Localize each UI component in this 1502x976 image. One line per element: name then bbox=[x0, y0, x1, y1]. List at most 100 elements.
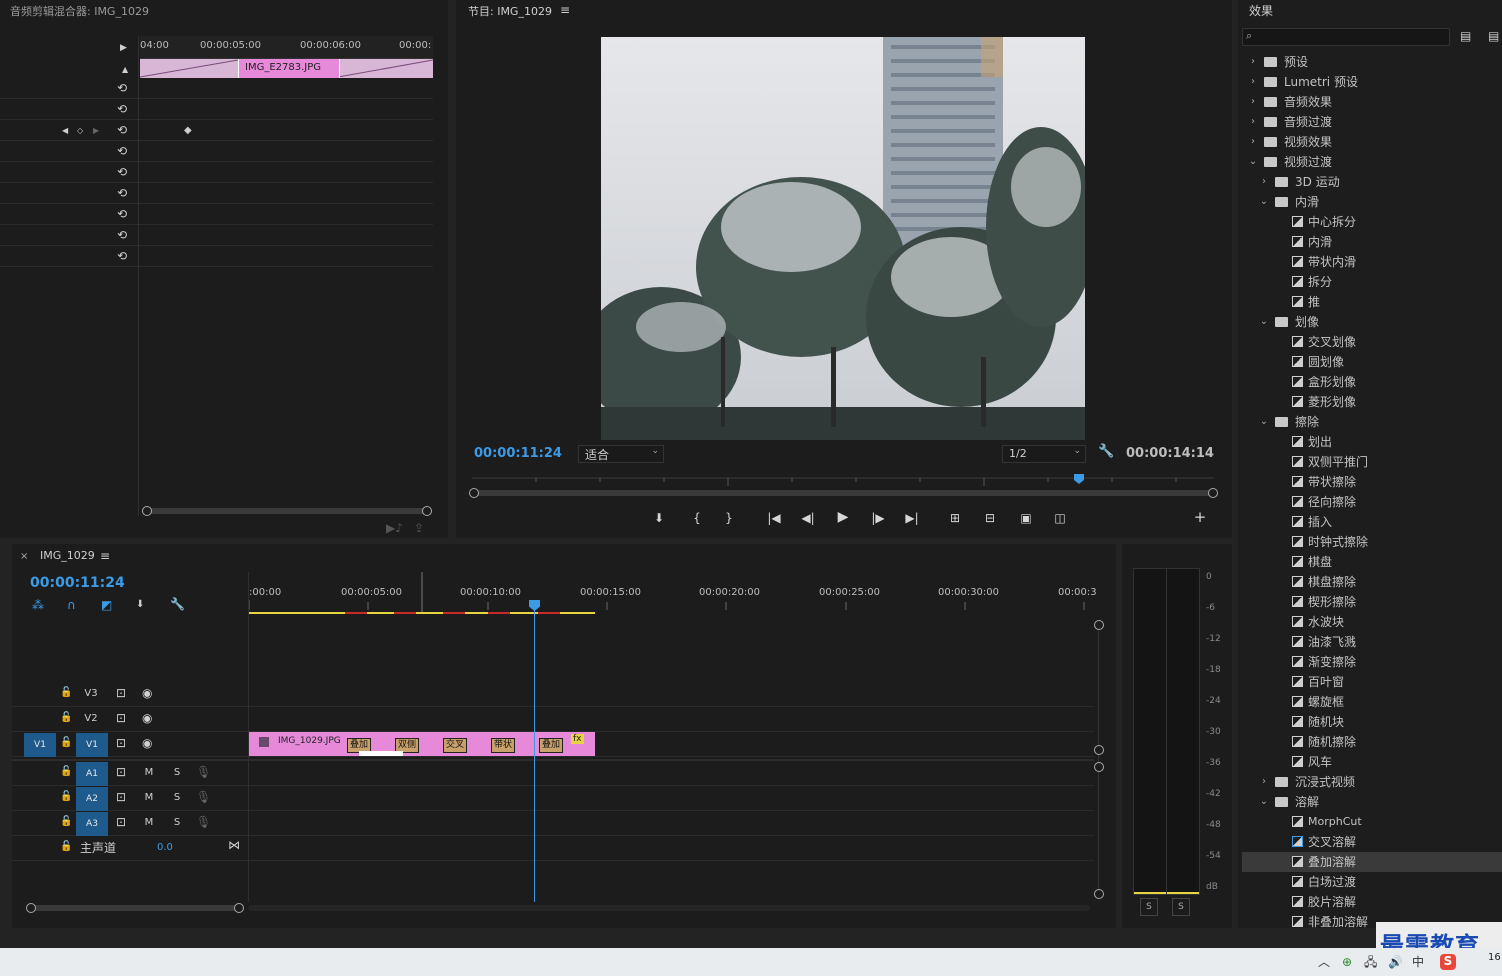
track-label-a1[interactable]: A1 bbox=[76, 762, 108, 786]
horizontal-scrollbar[interactable] bbox=[248, 905, 1090, 911]
mixer-zoom-scrollbar[interactable] bbox=[146, 508, 428, 514]
effect-item[interactable]: 带状内滑 bbox=[1242, 252, 1502, 272]
effect-item[interactable]: 中心拆分 bbox=[1242, 212, 1502, 232]
reset-icon[interactable]: ⟲ bbox=[117, 123, 127, 137]
sync-lock-icon[interactable]: ⊡ bbox=[116, 711, 126, 725]
keyframe-next-icon[interactable]: ▶ bbox=[93, 124, 99, 138]
comparison-view-icon[interactable]: ◫ bbox=[1050, 510, 1070, 526]
effect-item[interactable]: 盒形划像 bbox=[1242, 372, 1502, 392]
effect-item[interactable]: 径向擦除 bbox=[1242, 492, 1502, 512]
audio-mixer-ruler[interactable]: 04:00 00:00:05:00 00:00:06:00 00:00: bbox=[140, 36, 433, 59]
chevron-down-icon[interactable]: ⌄ bbox=[1248, 152, 1258, 172]
new-bin-icon[interactable]: ▤ bbox=[1460, 29, 1471, 43]
chevron-right-icon[interactable]: › bbox=[1248, 92, 1258, 112]
scroll-handle-left[interactable] bbox=[469, 488, 479, 498]
effect-folder[interactable]: › 视频效果 bbox=[1242, 132, 1502, 152]
timeline-tab-label[interactable]: IMG_1029 bbox=[40, 549, 95, 562]
taskbar-clock[interactable]: 16 bbox=[1488, 952, 1501, 963]
mixer-clip[interactable]: IMG_E2783.JPG bbox=[238, 59, 340, 78]
new-preset-icon[interactable]: ▤ bbox=[1488, 29, 1499, 43]
scroll-handle-right[interactable] bbox=[234, 903, 244, 913]
scroll-handle-left[interactable] bbox=[26, 903, 36, 913]
quality-dropdown[interactable]: 1/2 ⌄ bbox=[1002, 445, 1086, 463]
mute-button[interactable]: M bbox=[142, 765, 156, 781]
wrench-icon[interactable]: 🔧 bbox=[1098, 445, 1114, 459]
audio-output-icon[interactable]: ▶♪ bbox=[386, 521, 403, 535]
lock-icon[interactable]: 🔓 bbox=[60, 765, 72, 779]
transition-4[interactable]: 带状 bbox=[491, 738, 515, 753]
export-icon[interactable]: ⇪ bbox=[414, 521, 424, 535]
reset-icon[interactable]: ⟲ bbox=[117, 81, 127, 95]
sync-lock-icon[interactable]: ⊡ bbox=[116, 686, 126, 700]
effects-search-input[interactable]: ⌕ bbox=[1242, 28, 1450, 46]
reset-icon[interactable]: ⟲ bbox=[117, 207, 127, 221]
effect-item[interactable]: 圆划像 bbox=[1242, 352, 1502, 372]
chevron-right-icon[interactable]: › bbox=[1259, 172, 1269, 192]
ime-indicator[interactable]: 中 bbox=[1412, 955, 1424, 969]
scroll-handle-right[interactable] bbox=[1208, 488, 1218, 498]
scroll-handle-left[interactable] bbox=[142, 506, 152, 516]
add-marker-icon[interactable]: ⬇ bbox=[136, 598, 144, 612]
microphone-icon[interactable]: 🎙 bbox=[196, 815, 211, 829]
solo-button[interactable]: S bbox=[170, 790, 184, 806]
keyframe-marker-icon[interactable]: ◆ bbox=[184, 124, 192, 138]
effect-folder[interactable]: › 音频过渡 bbox=[1242, 112, 1502, 132]
lift-icon[interactable]: ⊞ bbox=[945, 510, 965, 526]
collapse-up-icon[interactable]: ▲ bbox=[122, 63, 128, 77]
program-video-frame[interactable] bbox=[601, 37, 1085, 440]
step-back-icon[interactable]: ◀| bbox=[798, 510, 818, 526]
chevron-down-icon[interactable]: ⌄ bbox=[1259, 312, 1269, 332]
effect-item[interactable]: 棋盘 bbox=[1242, 552, 1502, 572]
go-to-out-icon[interactable]: ▶| bbox=[902, 510, 922, 526]
lock-icon[interactable]: 🔓 bbox=[60, 790, 72, 804]
effect-item[interactable]: 楔形擦除 bbox=[1242, 592, 1502, 612]
effect-item[interactable]: MorphCut bbox=[1242, 812, 1502, 832]
effect-folder[interactable]: ⌄ 视频过渡 bbox=[1242, 152, 1502, 172]
eye-icon[interactable]: ◉ bbox=[142, 686, 152, 700]
header-zoom-scrollbar[interactable] bbox=[30, 905, 240, 911]
network-icon[interactable]: 🖧 bbox=[1364, 955, 1377, 969]
effect-item[interactable]: 拆分 bbox=[1242, 272, 1502, 292]
sync-lock-icon[interactable]: ⊡ bbox=[116, 765, 126, 779]
snap-magnet-icon[interactable]: ∩ bbox=[67, 598, 76, 612]
effect-item[interactable]: 胶片溶解 bbox=[1242, 892, 1502, 912]
chevron-right-icon[interactable]: › bbox=[1259, 772, 1269, 792]
lock-icon[interactable]: 🔓 bbox=[60, 840, 72, 854]
mark-in-icon[interactable]: { bbox=[687, 510, 707, 526]
vertical-scrollbar[interactable] bbox=[1098, 626, 1099, 896]
program-scrubber[interactable] bbox=[472, 474, 1214, 490]
nest-icon[interactable]: ⁂ bbox=[32, 598, 44, 612]
solo-button[interactable]: S bbox=[170, 765, 184, 781]
fx-badge[interactable]: fx bbox=[571, 734, 584, 744]
go-to-in-icon[interactable]: |◀ bbox=[764, 510, 784, 526]
add-button-icon[interactable]: + bbox=[1190, 509, 1210, 525]
panel-menu-icon[interactable]: ≡ bbox=[100, 549, 110, 563]
wrench-icon[interactable]: 🔧 bbox=[170, 597, 185, 611]
reset-icon[interactable]: ⟲ bbox=[117, 249, 127, 263]
chevron-up-icon[interactable]: ︿ bbox=[1318, 955, 1330, 969]
microphone-icon[interactable]: 🎙 bbox=[196, 790, 211, 804]
effect-item[interactable]: 菱形划像 bbox=[1242, 392, 1502, 412]
track-label-v2[interactable]: V2 bbox=[80, 711, 102, 727]
meter-solo-right[interactable]: S bbox=[1172, 898, 1190, 916]
effect-item[interactable]: 时钟式擦除 bbox=[1242, 532, 1502, 552]
keyframe-add-icon[interactable]: ◇ bbox=[77, 124, 83, 138]
scroll-handle-bottom[interactable] bbox=[1094, 889, 1104, 899]
effect-item[interactable]: 棋盘擦除 bbox=[1242, 572, 1502, 592]
sogou-icon[interactable]: S bbox=[1440, 954, 1456, 970]
effect-item[interactable]: 螺旋框 bbox=[1242, 692, 1502, 712]
effect-item[interactable]: 渐变擦除 bbox=[1242, 652, 1502, 672]
chevron-right-icon[interactable]: › bbox=[1248, 132, 1258, 152]
linked-selection-icon[interactable]: ◩ bbox=[101, 598, 112, 612]
program-current-timecode[interactable]: 00:00:11:24 bbox=[474, 446, 562, 461]
play-triangle-icon[interactable]: ▶ bbox=[120, 41, 127, 55]
lock-icon[interactable]: 🔓 bbox=[60, 686, 72, 700]
effect-item[interactable]: 百叶窗 bbox=[1242, 672, 1502, 692]
transition-5[interactable]: 叠加 bbox=[539, 738, 563, 753]
effect-item[interactable]: 划出 bbox=[1242, 432, 1502, 452]
master-volume-value[interactable]: 0.0 bbox=[157, 842, 173, 853]
fit-dropdown[interactable]: 适合 ⌄ bbox=[578, 445, 664, 463]
effect-item[interactable]: 交叉溶解 bbox=[1242, 832, 1502, 852]
effect-item[interactable]: 交叉划像 bbox=[1242, 332, 1502, 352]
extract-icon[interactable]: ⊟ bbox=[980, 510, 1000, 526]
